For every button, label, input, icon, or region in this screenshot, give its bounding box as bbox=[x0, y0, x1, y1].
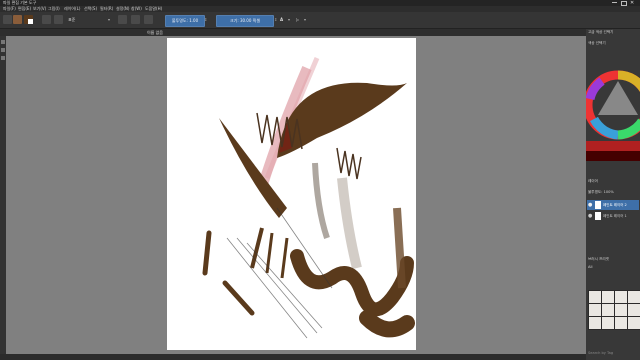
brush-preset[interactable] bbox=[614, 303, 628, 317]
brush-presets-title: 브러시 프리셋 bbox=[588, 257, 609, 261]
pattern-icon[interactable] bbox=[42, 15, 51, 24]
layer-name[interactable]: 페인트 레이어 1 bbox=[603, 214, 627, 219]
text-direction-icon[interactable]: A bbox=[280, 15, 283, 24]
brush-preset[interactable] bbox=[601, 316, 615, 330]
brush-tag-label[interactable]: All bbox=[588, 265, 592, 269]
tool-icon[interactable] bbox=[1, 56, 5, 60]
minimize-icon[interactable] bbox=[612, 2, 617, 3]
brown-stroke bbox=[393, 207, 406, 289]
layer-opacity-label: 불투명도: 100% bbox=[588, 190, 614, 194]
layers-panel-title: 레이어 bbox=[588, 179, 598, 183]
window-controls[interactable]: ✕ bbox=[612, 0, 636, 6]
tool-icon[interactable] bbox=[1, 40, 5, 44]
eye-icon[interactable]: ● bbox=[588, 213, 592, 219]
brown-stroke bbox=[202, 230, 212, 276]
brown-stroke bbox=[359, 310, 415, 338]
brush-preset[interactable] bbox=[588, 290, 602, 304]
chevron-down-icon[interactable]: ▾ bbox=[304, 15, 306, 24]
canvas-paper[interactable] bbox=[167, 38, 416, 350]
brush-preview-icon[interactable] bbox=[13, 15, 22, 24]
search-tag-input[interactable]: Search by Tag bbox=[588, 351, 613, 355]
size-stepper-icon[interactable]: ⇕ bbox=[274, 15, 277, 24]
reset-icon[interactable] bbox=[131, 15, 140, 24]
background-color-swatch[interactable] bbox=[28, 19, 33, 24]
brush-preset[interactable] bbox=[614, 316, 628, 330]
chevron-down-icon[interactable]: ▾ bbox=[288, 15, 290, 24]
brown-stroke bbox=[222, 280, 255, 316]
brush-preset[interactable] bbox=[588, 303, 602, 317]
size-slider[interactable]: 크기: 30.00 픽셀 bbox=[216, 15, 274, 27]
new-document-icon[interactable] bbox=[3, 15, 12, 24]
color-wheel[interactable] bbox=[586, 49, 640, 177]
eraser-icon[interactable] bbox=[118, 15, 127, 24]
grey-stroke bbox=[337, 177, 362, 270]
layer-thumbnail bbox=[595, 212, 601, 220]
layer-name[interactable]: 페인트 레이어 2 bbox=[603, 203, 627, 208]
document-tab-bar bbox=[0, 29, 586, 36]
color-selector-title: 색상 선택기 bbox=[588, 41, 606, 45]
layer-thumbnail bbox=[595, 201, 601, 209]
brush-preset[interactable] bbox=[627, 316, 640, 330]
brush-preset[interactable] bbox=[601, 290, 615, 304]
scribble-stroke bbox=[336, 147, 362, 180]
eye-icon[interactable]: ● bbox=[588, 202, 592, 208]
grey-stroke bbox=[312, 162, 330, 239]
artwork bbox=[202, 57, 415, 339]
opacity-slider[interactable]: 불투명도: 1.00 bbox=[165, 15, 205, 27]
status-bar bbox=[0, 354, 586, 360]
tool-icon[interactable] bbox=[1, 48, 5, 52]
alpha-lock-icon[interactable] bbox=[144, 15, 153, 24]
layer-row[interactable]: ● 페인트 레이어 1 bbox=[587, 211, 639, 221]
brush-preset[interactable] bbox=[614, 290, 628, 304]
tool-options-bar: 표준 ▾ 불투명도: 1.00 ⇕ 크기: 30.00 픽셀 ⇕ A ▾ ▷ ▾ bbox=[0, 12, 640, 29]
hatch-stroke bbox=[236, 237, 318, 334]
grid-icon[interactable] bbox=[54, 15, 63, 24]
brush-preset[interactable] bbox=[601, 303, 615, 317]
foreground-color-swatch[interactable] bbox=[24, 15, 33, 24]
advanced-color-selector-title: 고급 색상 선택기 bbox=[588, 30, 614, 34]
chevron-down-icon[interactable]: ▾ bbox=[108, 15, 110, 24]
brush-preset[interactable] bbox=[588, 316, 602, 330]
brown-stroke bbox=[280, 237, 289, 279]
mirror-icon[interactable]: ▷ bbox=[296, 15, 299, 24]
blend-mode-select[interactable]: 표준 bbox=[68, 15, 75, 24]
layer-row[interactable]: ● 페인트 레이어 2 bbox=[587, 200, 639, 210]
opacity-stepper-icon[interactable]: ⇕ bbox=[204, 15, 207, 24]
brush-preset[interactable] bbox=[627, 303, 640, 317]
document-tab[interactable]: 이름 없음 bbox=[130, 29, 180, 36]
brush-preset[interactable] bbox=[627, 290, 640, 304]
